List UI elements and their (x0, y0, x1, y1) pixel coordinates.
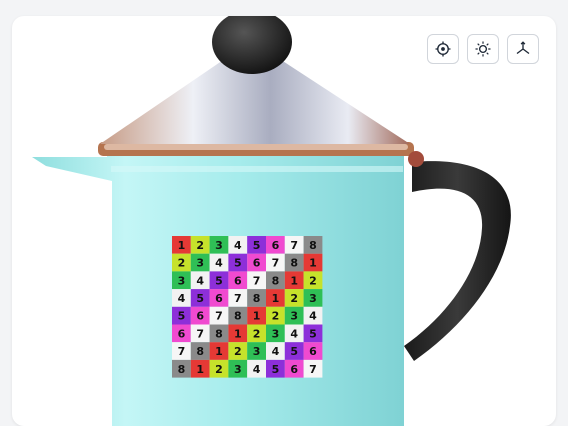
axes-3d-icon (516, 41, 530, 55)
grid-cell-number: 1 (234, 327, 242, 340)
grid-cell-number: 8 (309, 239, 317, 252)
grid-cell-number: 2 (272, 310, 280, 323)
grid-cell-number: 7 (196, 327, 204, 340)
grid-cell-number: 6 (309, 345, 317, 358)
teapot-model: 1 2 3 4 5 6 7 82 3 4 5 6 7 8 13 4 5 6 7 8 1 24 5 6 7 8 1 2 35 6 7 8 1 2 3 4… (32, 16, 511, 426)
grid-cell-number: 8 (215, 327, 223, 340)
grid-cell-number: 6 (234, 274, 242, 287)
recenter-button[interactable] (427, 34, 459, 64)
grid-cell-number: 4 (309, 310, 317, 323)
grid-cell-number: 5 (178, 310, 186, 323)
grid-cell-number: 8 (178, 363, 186, 376)
grid-cell-number: 6 (272, 239, 280, 252)
grid-cell-number: 3 (290, 310, 298, 323)
grid-cell-number: 2 (215, 363, 223, 376)
lighting-button[interactable] (467, 34, 499, 64)
grid-cell-number: 5 (253, 239, 261, 252)
grid-cell-number: 3 (215, 239, 223, 252)
grid-cell-number: 5 (309, 327, 317, 340)
grid-cell-number: 1 (290, 274, 298, 287)
grid-cell-number: 2 (253, 327, 261, 340)
grid-cell-number: 3 (196, 257, 204, 270)
grid-cell-number: 7 (215, 310, 223, 323)
grid-cell-number: 7 (234, 292, 242, 305)
grid-cell-number: 5 (196, 292, 204, 305)
grid-cell-number: 1 (196, 363, 204, 376)
grid-cell-number: 1 (272, 292, 280, 305)
grid-cell-number: 1 (178, 239, 186, 252)
grid-cell-number: 3 (253, 345, 261, 358)
grid-cell-number: 2 (196, 239, 204, 252)
grid-cell-number: 7 (290, 239, 298, 252)
grid-cell-number: 6 (290, 363, 298, 376)
grid-cell-number: 4 (272, 345, 280, 358)
grid-cell-number: 1 (253, 310, 261, 323)
sun-icon (475, 41, 491, 57)
handle-shape (404, 161, 511, 361)
grid-cell-number: 2 (309, 274, 317, 287)
grid-cell-number: 7 (272, 257, 280, 270)
axes-button[interactable] (507, 34, 539, 64)
grid-cell-number: 3 (178, 274, 186, 287)
grid-cell-number: 1 (215, 345, 223, 358)
grid-cell-number: 4 (178, 292, 186, 305)
grid-cell-number: 8 (272, 274, 280, 287)
grid-cell-number: 6 (215, 292, 223, 305)
grid-cell-number: 8 (234, 310, 242, 323)
grid-cell-number: 4 (253, 363, 261, 376)
grid-cell-number: 6 (196, 310, 204, 323)
grid-cell-number: 8 (253, 292, 261, 305)
grid-cell-number: 1 (309, 257, 317, 270)
viewer-toolbar (427, 34, 539, 64)
grid-cell-number: 5 (215, 274, 223, 287)
grid-cell-number: 4 (234, 239, 242, 252)
grid-cell-number: 5 (290, 345, 298, 358)
hinge-screw (408, 151, 424, 167)
grid-cell-number: 3 (272, 327, 280, 340)
grid-cell-number: 2 (290, 292, 298, 305)
grid-cell-number: 2 (234, 345, 242, 358)
grid-cell-number: 6 (253, 257, 261, 270)
grid-cell-number: 3 (234, 363, 242, 376)
viewer-card: 1234567823456781345678124567812356781234… (12, 16, 556, 426)
grid-cell-number: 5 (272, 363, 280, 376)
grid-cell-number: 6 (178, 327, 186, 340)
grid-cell-number: 4 (215, 257, 223, 270)
grid-cell-number: 7 (178, 345, 186, 358)
grid-cell-number: 4 (290, 327, 298, 340)
3d-viewer-canvas[interactable]: 1234567823456781345678124567812356781234… (12, 16, 556, 426)
grid-cell-number: 7 (309, 363, 317, 376)
grid-cell-number: 8 (196, 345, 204, 358)
grid-cell-number: 7 (253, 274, 261, 287)
number-texture-grid: 1 2 3 4 5 6 7 82 3 4 5 6 7 8 13 4 5 6 7 8 1 24 5 6 7 8 1 2 35 6 7 8 1 2 3 4… (172, 236, 323, 378)
grid-cell-number: 2 (178, 257, 186, 270)
crosshair-icon (435, 41, 451, 57)
grid-cell-number: 8 (290, 257, 298, 270)
grid-cell-number: 4 (196, 274, 204, 287)
grid-cell-number: 3 (309, 292, 317, 305)
grid-cell-number: 5 (234, 257, 242, 270)
